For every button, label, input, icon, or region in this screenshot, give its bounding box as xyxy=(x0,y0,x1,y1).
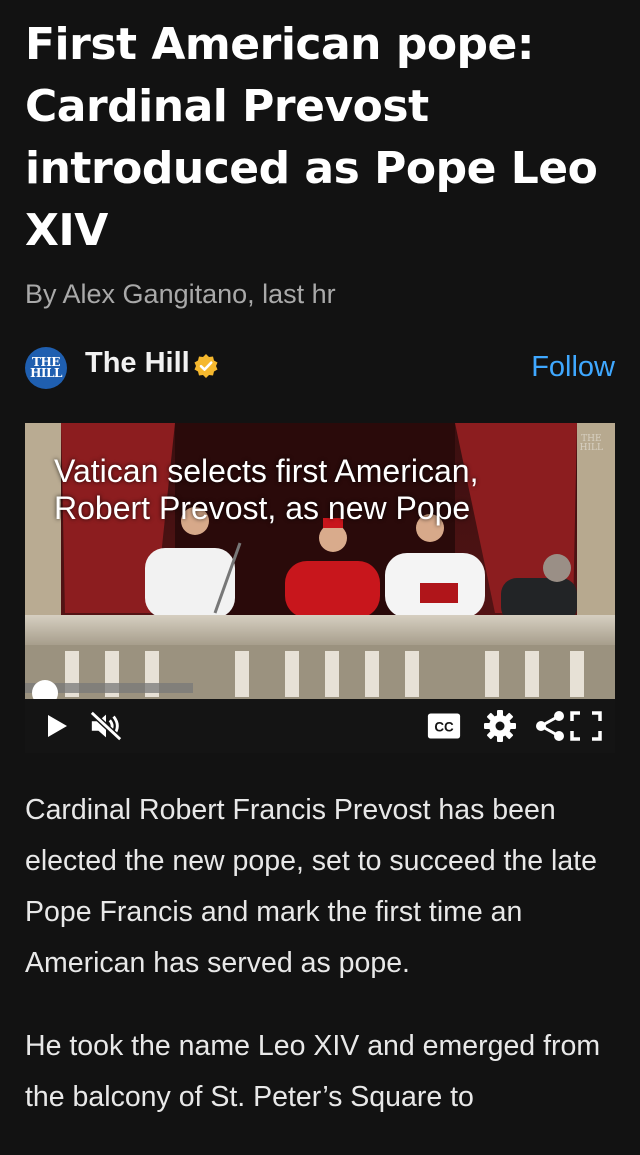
cc-label: CC xyxy=(434,719,454,734)
settings-icon xyxy=(484,710,516,742)
video-watermark-logo: THE HILL xyxy=(580,435,603,453)
video-caption-line: Robert Prevost, as new Pope xyxy=(54,490,471,526)
source-name[interactable]: The Hill xyxy=(85,347,190,380)
video-player[interactable]: Vatican selects first American, Robert P… xyxy=(25,423,615,753)
article-paragraph: He took the name Leo XIV and emerged fro… xyxy=(25,1030,601,1113)
article-body: Cardinal Robert Francis Prevost has been… xyxy=(25,785,615,1155)
article-byline: By Alex Gangitano, last hr xyxy=(25,279,336,309)
play-icon xyxy=(48,715,67,737)
captions-button[interactable]: CC xyxy=(427,709,461,743)
cc-icon: CC xyxy=(427,713,461,739)
settings-button[interactable] xyxy=(483,709,517,743)
verified-badge-icon xyxy=(194,354,218,378)
article-paragraph: Cardinal Robert Francis Prevost has been… xyxy=(25,794,597,979)
follow-button[interactable]: Follow xyxy=(531,351,615,384)
muted-icon xyxy=(89,710,123,742)
video-caption-line: Vatican selects first American, xyxy=(54,453,479,489)
article-headline: First American pope: Cardinal Prevost in… xyxy=(25,19,598,256)
fullscreen-icon xyxy=(570,711,602,741)
source-logo[interactable]: THE HILL xyxy=(25,347,67,389)
mute-button[interactable] xyxy=(89,709,123,743)
source-logo-line: HILL xyxy=(30,366,62,380)
share-icon xyxy=(536,711,564,741)
play-button[interactable] xyxy=(39,709,73,743)
watermark-line: HILL xyxy=(579,443,603,453)
share-button[interactable] xyxy=(533,709,567,743)
source-row: THE HILL The Hill Follow xyxy=(25,343,615,391)
video-controls: CC xyxy=(25,699,615,753)
fullscreen-button[interactable] xyxy=(569,709,603,743)
video-caption: Vatican selects first American, Robert P… xyxy=(54,453,594,527)
